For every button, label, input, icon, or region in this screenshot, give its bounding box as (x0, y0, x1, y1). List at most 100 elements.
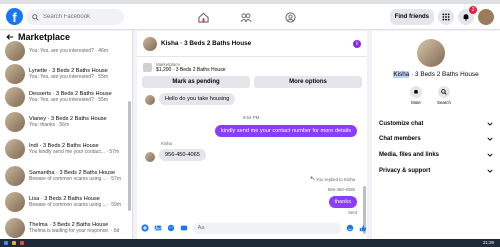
message-input[interactable] (192, 222, 342, 234)
conversation-snippet: You: thanks · 56m (29, 122, 70, 128)
conversation-item[interactable]: Vianey · 3 Beds 2 Baths House You: thanks… (3, 110, 128, 134)
info-title-listing: · 3 Beds 2 Baths House (409, 71, 479, 78)
conversation-snippet: Thelma is waiting for your response. · 5… (29, 228, 120, 234)
chrome-icon[interactable] (20, 241, 24, 245)
conversation-item[interactable]: Samantha · 3 Beds 2 Baths House Beware of… (3, 164, 128, 188)
conversation-snippet: Beware of common scams using ... · 57m (29, 176, 121, 182)
listing-thumbnail (143, 62, 152, 72)
conversation-snippet: You kindly send me your contact... · 57m (29, 149, 120, 155)
menu-button[interactable] (438, 9, 454, 25)
info-title-name: Kisha (393, 71, 410, 78)
top-navigation-bar: f Find friends 3 (0, 4, 500, 30)
conversation-item[interactable]: Lynette · 3 Beds 2 Baths House You: Yes, … (3, 62, 128, 86)
section-label: Privacy & support (379, 168, 431, 174)
notifications-button[interactable]: 3 (458, 6, 477, 25)
conversation-item[interactable]: Indi · 3 Beds 2 Baths House You kindly se… (3, 137, 128, 161)
conversation-item[interactable]: Lisa · 3 Beds 2 Baths House Beware of com… (3, 190, 128, 214)
conversation-snippet: You: Yes, are you interested? · 46m (29, 48, 109, 54)
facebook-logo[interactable]: f (6, 8, 23, 25)
bell-icon (463, 14, 469, 21)
outgoing-message: thanks (328, 196, 357, 208)
bell-icon (410, 86, 422, 98)
conversation-thumbnail (5, 64, 25, 84)
customize-chat-section[interactable]: Customize chat (379, 117, 493, 131)
sender-avatar (145, 152, 155, 162)
conversation-thumbnail (5, 166, 25, 186)
outgoing-message: kindly send me your contact number for m… (215, 125, 357, 137)
conversation-item[interactable]: Thelma · 3 Beds 2 Baths House Thelma is w… (3, 216, 128, 239)
chat-members-section[interactable]: Chat members (379, 132, 493, 146)
profile-avatar[interactable] (478, 9, 494, 25)
sent-status: Sent (347, 210, 357, 215)
plus-icon[interactable] (141, 224, 150, 233)
search-label: Search (437, 100, 451, 105)
conversation-thumbnail (5, 218, 25, 238)
info-icon[interactable]: i (353, 40, 361, 48)
conversation-thumbnail (5, 192, 25, 212)
groups-icon (284, 11, 296, 23)
conversation-thumbnail (5, 41, 25, 61)
conversation-snippet: Beware of common scams using ... · 59m (29, 202, 121, 208)
conversation-item[interactable]: Desserts · 3 Beds 2 Baths House You: Yes,… (3, 85, 128, 109)
conversation-info-panel: Kisha · 3 Beds 2 Baths House Mute Search… (372, 31, 500, 239)
friends-icon (240, 12, 252, 22)
conversation-snippet: You: Yes, are you interested? · 55m (29, 74, 109, 80)
chevron-down-icon (487, 169, 493, 173)
os-taskbar: 21:29 (0, 239, 500, 247)
sidebar-scrollbar[interactable] (128, 101, 131, 211)
chevron-down-icon (487, 153, 493, 157)
marketplace-sidebar: Marketplace You: Yes, are you interested… (0, 31, 133, 239)
section-label: Customize chat (379, 121, 424, 127)
conversation-thumbnail (5, 87, 25, 107)
section-label: Chat members (379, 136, 421, 142)
search-box[interactable] (26, 9, 124, 25)
section-label: Media, files and links (379, 152, 440, 158)
mark-as-pending-button[interactable]: Mark as pending (142, 76, 250, 88)
sender-name: Kisha (161, 141, 172, 146)
chat-header: Kisha · 3 Beds 2 Baths House (137, 31, 367, 57)
find-friends-button[interactable]: Find friends (389, 9, 434, 25)
mute-label: Mute (411, 100, 421, 105)
grid-menu-icon (442, 13, 450, 21)
chevron-down-icon (487, 122, 493, 126)
search-icon (32, 13, 39, 21)
friends-nav-button[interactable] (233, 8, 259, 26)
conversation-snippet: You: Yes, are you interested? · 55m (29, 97, 109, 103)
search-icon (438, 86, 450, 98)
sticker-icon[interactable] (167, 224, 176, 233)
reply-indicator: You replied to Kisha (310, 176, 355, 182)
media-files-section[interactable]: Media, files and links (379, 148, 493, 162)
home-icon (197, 12, 209, 23)
search-input[interactable] (43, 14, 113, 20)
image-icon[interactable] (154, 224, 163, 233)
message-composer (137, 219, 367, 237)
start-icon[interactable] (4, 241, 8, 245)
folder-icon[interactable] (12, 241, 16, 245)
marketplace-listing-card[interactable]: Marketplace $1,200 · 3 Beds 2 Baths Hous… (143, 60, 363, 74)
chat-panel: Kisha · 3 Beds 2 Baths House i Marketpla… (137, 31, 367, 239)
groups-nav-button[interactable] (277, 8, 303, 26)
like-icon[interactable] (358, 224, 367, 233)
conversation-image (417, 39, 445, 67)
chat-title[interactable]: Kisha · 3 Beds 2 Baths House (161, 40, 251, 47)
conversation-thumbnail (5, 139, 25, 159)
incoming-message: 956-450-4065 (159, 149, 206, 161)
listing-price: $1,200 · 3 Beds 2 Baths House (156, 66, 226, 73)
conversation-item[interactable]: You: Yes, are you interested? · 46m (3, 39, 128, 63)
reply-indicator-label: You replied to Kisha (316, 177, 355, 182)
conversation-thumbnail (5, 112, 25, 132)
home-nav-button[interactable] (190, 8, 216, 26)
sender-avatar (145, 95, 155, 105)
mute-button[interactable]: Mute (405, 86, 427, 105)
gif-icon[interactable] (180, 224, 189, 233)
incoming-message: Hello do you take housing (159, 93, 236, 105)
privacy-support-section[interactable]: Privacy & support (379, 164, 493, 178)
message-timestamp: 9:54 PM (243, 115, 260, 120)
emoji-icon[interactable] (345, 224, 354, 233)
search-conversation-button[interactable]: Search (433, 86, 455, 105)
notification-badge: 3 (469, 6, 477, 14)
reply-arrow-icon (310, 176, 315, 181)
quoted-message: 956-450-4065 (327, 187, 355, 192)
chat-avatar[interactable] (143, 36, 157, 51)
more-options-button[interactable]: More options (254, 76, 362, 88)
